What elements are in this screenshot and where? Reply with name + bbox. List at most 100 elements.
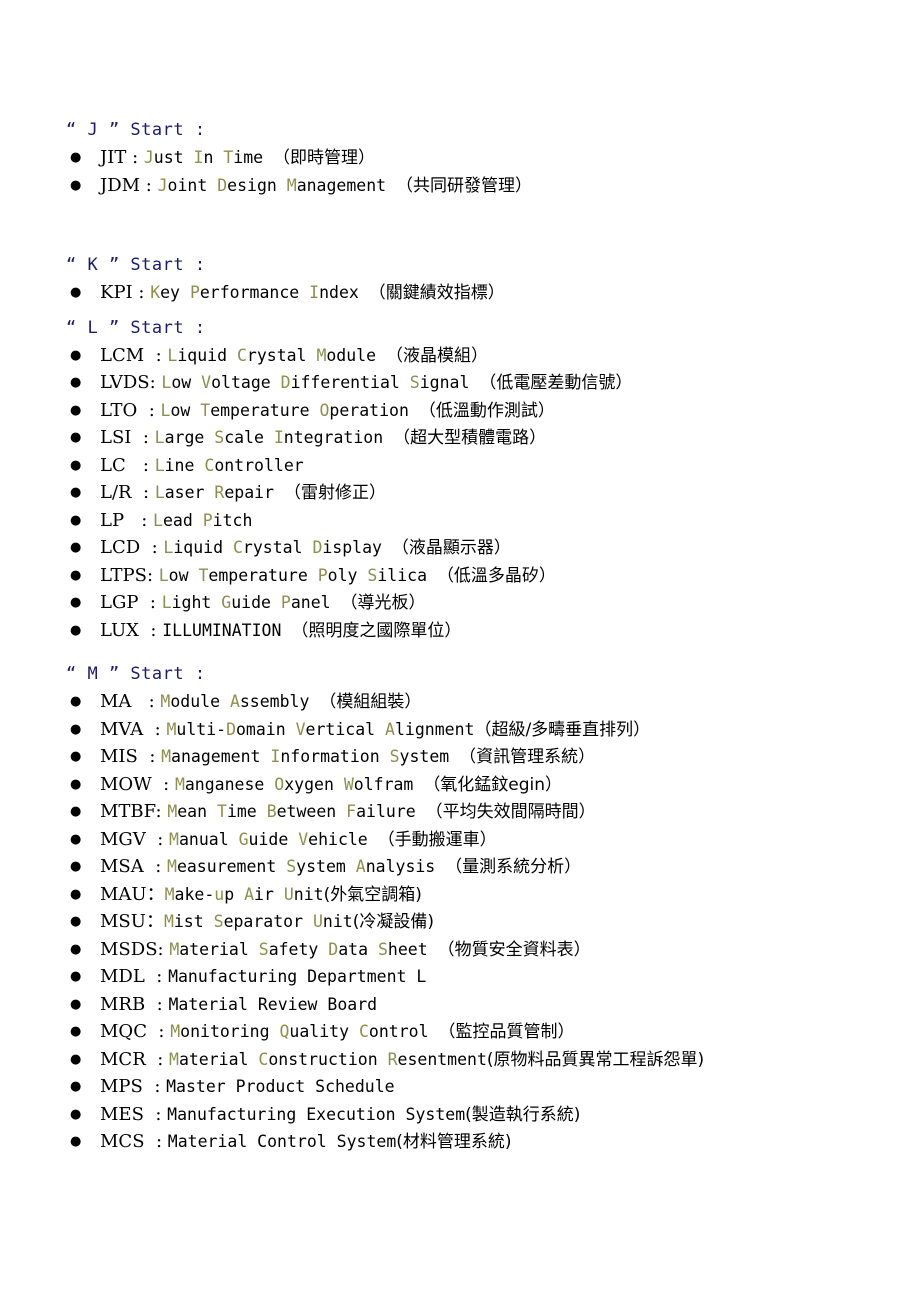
entry-abbreviation: L/R: [100, 482, 138, 503]
entry-expansion: Measurement System Analysis: [167, 857, 436, 876]
entry-expansion: Key Performance Index: [150, 283, 359, 302]
entry-abbreviation: LGP: [100, 592, 145, 613]
entry-separator: :: [149, 1103, 168, 1125]
glossary-entry: ● JIT : Just In Time （即時管理）: [62, 144, 880, 172]
entry-gloss: （液晶模組）: [385, 345, 488, 366]
initial-letter: J: [157, 175, 168, 195]
glossary-entry: ● JDM : Joint Design Management （共同研發管理）: [62, 172, 880, 200]
glossary-entry: ● L/R : Laser Repair （雷射修正）: [62, 479, 880, 507]
initial-letter: G: [238, 829, 249, 849]
initial-letter: T: [217, 802, 227, 821]
initial-letter: M: [174, 774, 185, 794]
glossary-entry: ● LP : Lead Pitch: [62, 507, 880, 535]
glossary-entry: ● MA : Module Assembly （模組組裝）: [62, 688, 880, 716]
entry-gloss: （照明度之國際單位）: [291, 620, 462, 641]
entry-gloss: （監控品質管制）: [438, 1022, 575, 1042]
glossary-section-j: “ J ” Start : ● JIT : Just In Time （即時管理） ●…: [62, 118, 880, 199]
entry-abbreviation: MAU: [100, 883, 147, 905]
initial-letter: M: [316, 345, 327, 365]
entry-separator: :: [149, 856, 167, 877]
bullet-icon: ●: [70, 776, 82, 792]
entry-gloss: （液晶顯示器）: [391, 538, 511, 558]
initial-letter: I: [309, 283, 320, 302]
initial-letter: S: [389, 747, 400, 766]
entry-expansion: Joint Design Management: [157, 175, 387, 195]
glossary-entry: ● MDL : Manufacturing Department L: [62, 963, 880, 991]
initial-letter: F: [346, 802, 357, 821]
entry-separator: :: [142, 399, 161, 421]
initial-letter: T: [223, 148, 234, 167]
initial-letter: D: [280, 373, 291, 392]
entry-abbreviation: MOW: [100, 773, 158, 795]
initial-letter: A: [385, 719, 395, 739]
entry-abbreviation: MIS: [100, 746, 144, 767]
entry-list: ● JIT : Just In Time （即時管理） ● JDM : Joint D…: [62, 144, 880, 199]
initial-letter: V: [201, 373, 212, 392]
entry-gloss: （雷射修正）: [283, 483, 386, 503]
document-body: “ J ” Start : ● JIT : Just In Time （即時管理） ●…: [62, 118, 880, 1156]
entry-abbreviation: LP: [100, 509, 136, 531]
initial-letter: R: [387, 1049, 398, 1069]
entry-list: ● LCM : Liquid Crystal Module （液晶模組） ● LVDS…: [62, 342, 880, 645]
initial-letter: M: [166, 719, 177, 739]
entry-expansion: Liquid Crystal Display: [163, 538, 382, 557]
entry-abbreviation: MPS: [100, 1076, 149, 1097]
bullet-icon: ●: [70, 914, 82, 929]
entry-separator: :: [151, 828, 170, 850]
entry-abbreviation: MVA: [100, 718, 149, 740]
initial-letter: P: [280, 593, 291, 612]
section-header: “ K ” Start :: [66, 255, 206, 275]
initial-letter: C: [258, 1049, 269, 1069]
bullet-icon: ●: [70, 485, 82, 500]
entry-separator: :: [145, 537, 164, 558]
entry-abbreviation: MQC: [100, 1021, 153, 1042]
entry-separator: :: [132, 282, 151, 303]
entry-gloss: （平均失效間隔時間）: [425, 802, 596, 822]
initial-letter: B: [266, 802, 277, 821]
initial-letter: U: [283, 884, 294, 904]
entry-expansion: Mean Time Between Failure: [167, 802, 416, 821]
initial-letter: M: [167, 857, 177, 876]
entry-abbreviation: LTO: [100, 399, 143, 421]
initial-letter: J: [143, 148, 154, 167]
entry-expansion: Manganese Oxygen Wolfram: [174, 774, 414, 794]
bullet-icon: ●: [70, 567, 82, 583]
initial-letter: L: [154, 483, 165, 502]
entry-separator: :: [146, 564, 159, 586]
entry-list: ● MA : Module Assembly （模組組裝） ● MVA : Multi…: [62, 688, 880, 1156]
initial-letter: S: [377, 939, 388, 959]
bullet-icon: ●: [70, 1024, 82, 1039]
entry-abbreviation: MDL: [100, 966, 151, 987]
entry-expansion: Low Temperature Poly Silica: [158, 565, 427, 585]
entry-abbreviation: MSU: [100, 911, 146, 932]
glossary-section-l: “ L ” Start : ● LCM : Liquid Crystal Modul…: [62, 316, 880, 645]
entry-gloss: (材料管理系統): [396, 1132, 512, 1152]
bullet-icon: ●: [70, 886, 82, 902]
bullet-icon: ●: [70, 540, 82, 555]
entry-expansion: Material Control System: [167, 1132, 397, 1151]
glossary-entry: ● MIS : Management Information System （資訊…: [62, 743, 880, 771]
initial-letter: O: [319, 400, 330, 420]
initial-letter: U: [312, 912, 323, 931]
entry-separator: :: [148, 718, 167, 740]
entry-abbreviation: JDM: [100, 174, 141, 196]
entry-gloss: （低溫動作測試）: [418, 400, 555, 421]
entry-abbreviation: LTPS: [100, 564, 147, 586]
glossary-section-k: “ K ” Start : ● KPI : Key Performance Inde…: [62, 253, 880, 307]
entry-separator: ：: [145, 911, 164, 932]
initial-letter: L: [161, 593, 172, 612]
initial-letter: S: [213, 912, 224, 931]
initial-letter: I: [273, 428, 284, 447]
entry-separator: :: [135, 509, 154, 531]
initial-letter: P: [317, 565, 328, 585]
bullet-icon: ●: [70, 941, 82, 957]
entry-expansion: Module Assembly: [160, 692, 310, 711]
section-header: “ L ” Start :: [66, 317, 206, 338]
entry-expansion: Material Safety Data Sheet: [169, 939, 428, 959]
glossary-entry: ● LTPS: Low Temperature Poly Silica （低溫多晶…: [62, 562, 880, 590]
bullet-icon: ●: [70, 430, 82, 445]
entry-abbreviation: LC: [100, 454, 138, 476]
glossary-entry: ● LC : Line Controller: [62, 452, 880, 480]
entry-gloss: （低電壓差動信號）: [479, 373, 633, 393]
